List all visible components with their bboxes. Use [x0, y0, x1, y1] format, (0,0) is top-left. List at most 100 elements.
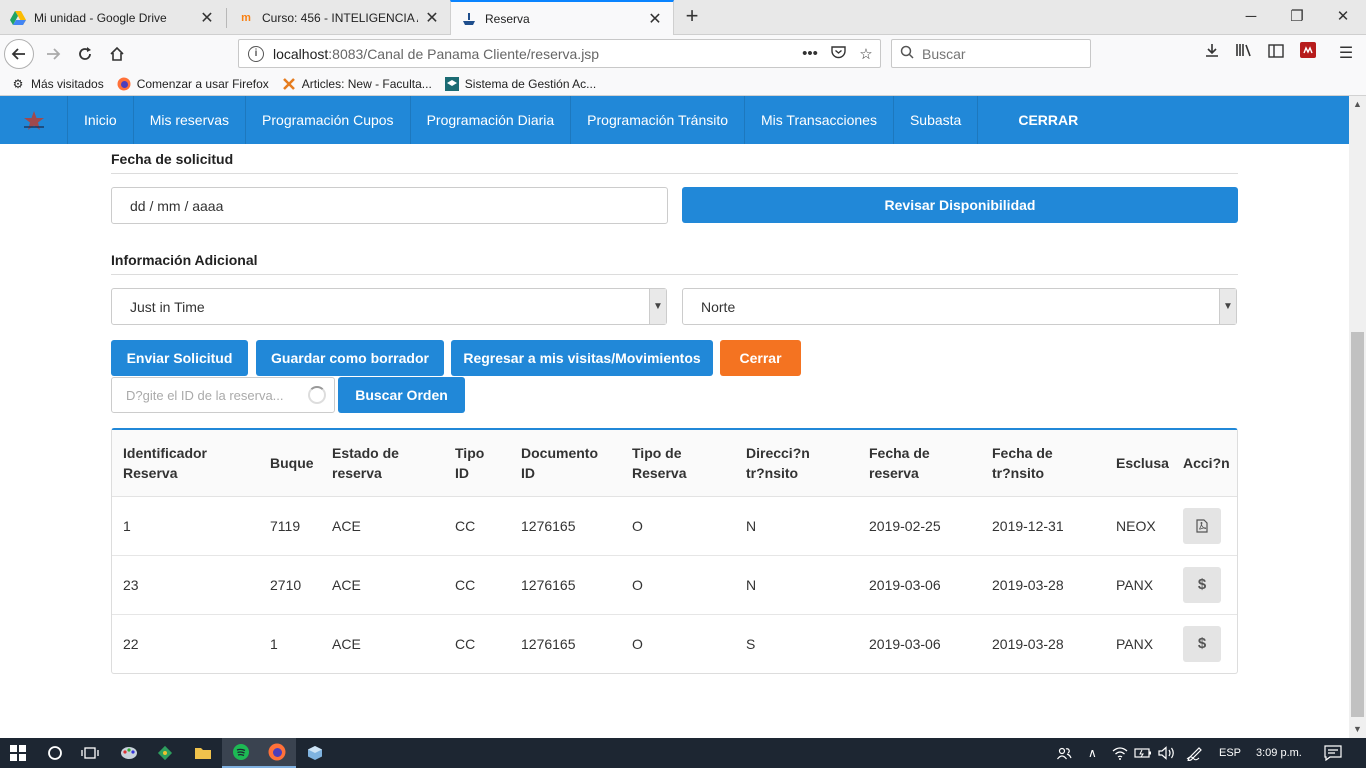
col-header-accion: Acci?n: [1172, 430, 1237, 497]
app-logo[interactable]: [0, 96, 68, 144]
bookmark-firefox[interactable]: Comenzar a usar Firefox: [116, 76, 269, 92]
gear-icon: ⚙: [12, 76, 24, 91]
url-bar[interactable]: i localhost:8083/Canal de Panama Cliente…: [238, 39, 881, 68]
nav-cerrar[interactable]: CERRAR: [978, 96, 1118, 144]
search-order-button[interactable]: Buscar Orden: [338, 377, 465, 413]
scroll-down-icon[interactable]: ▼: [1349, 721, 1366, 738]
bookmark-articles[interactable]: Articles: New - Faculta...: [281, 76, 432, 92]
spotify-icon[interactable]: [222, 738, 260, 768]
browser-tab-bar: Mi unidad - Google Drive ✕ m Curso: 456 …: [0, 0, 1366, 36]
view-pdf-button[interactable]: [1183, 507, 1221, 544]
check-availability-button[interactable]: Revisar Disponibilidad: [682, 187, 1238, 223]
search-icon: [892, 45, 922, 63]
close-button[interactable]: Cerrar: [720, 340, 801, 376]
cortana-icon[interactable]: [36, 738, 74, 768]
search-bar[interactable]: [891, 39, 1091, 68]
col-header-buque: Buque: [259, 430, 321, 497]
clock[interactable]: 3:09 p.m.: [1256, 738, 1302, 768]
tab-google-drive[interactable]: Mi unidad - Google Drive ✕: [0, 0, 225, 35]
bookmark-mas-visitados[interactable]: ⚙ Más visitados: [10, 76, 104, 92]
close-tab-icon[interactable]: ✕: [199, 8, 215, 28]
loading-spinner-icon: [308, 386, 326, 404]
table-row: 22 1 ACE CC 1276165 O S 2019-03-06 2019-…: [112, 614, 1237, 673]
nav-programacion-cupos[interactable]: Programación Cupos: [246, 96, 411, 144]
battery-icon[interactable]: [1134, 738, 1152, 768]
table-row: 23 2710 ACE CC 1276165 O N 2019-03-06 20…: [112, 555, 1237, 615]
reservations-table: Identificador Reserva Buque Estado de rese…: [111, 428, 1238, 674]
bookmarks-bar: ⚙ Más visitados Comenzar a usar Firefox …: [0, 72, 1366, 96]
chevron-down-icon: ▼: [649, 289, 666, 324]
tab-reserva[interactable]: Reserva ✕: [450, 0, 674, 36]
nav-mis-reservas[interactable]: Mis reservas: [134, 96, 247, 144]
tab-curso[interactable]: m Curso: 456 - INTELIGENCIA ART ✕: [228, 0, 450, 35]
col-header-fecha-reserva: Fecha de reserva: [858, 430, 981, 497]
close-tab-icon[interactable]: ✕: [424, 8, 440, 28]
menu-icon[interactable]: ☰: [1332, 41, 1360, 67]
window-close-icon[interactable]: ✕: [1320, 0, 1366, 33]
col-header-documento: Documento ID: [510, 430, 621, 497]
back-to-visits-button[interactable]: Regresar a mis visitas/Movimientos: [451, 340, 713, 376]
library-icon[interactable]: [1230, 41, 1258, 67]
pay-button[interactable]: $: [1183, 625, 1221, 662]
nav-subasta[interactable]: Subasta: [894, 96, 979, 144]
back-button[interactable]: [4, 39, 34, 69]
git-app-icon[interactable]: [146, 738, 184, 768]
graduation-cap-icon: [444, 76, 460, 92]
people-icon[interactable]: [1056, 738, 1072, 768]
moodle-icon: m: [241, 11, 251, 24]
pocket-icon[interactable]: [824, 45, 852, 63]
sidebar-icon[interactable]: [1262, 41, 1290, 67]
extra-info-section-title: Información Adicional: [111, 252, 1238, 275]
file-explorer-icon[interactable]: [184, 738, 222, 768]
notifications-icon[interactable]: [1324, 738, 1342, 768]
search-input[interactable]: [922, 45, 1082, 62]
pdf-icon: [1196, 518, 1208, 533]
col-header-estado: Estado de reserva: [321, 430, 444, 497]
date-input[interactable]: dd / mm / aaaa: [111, 187, 668, 224]
download-icon[interactable]: [1198, 41, 1226, 67]
canal-logo-icon: [23, 111, 44, 130]
more-actions-icon[interactable]: •••: [796, 45, 824, 62]
reload-button[interactable]: [70, 39, 100, 69]
table-row: 1 7119 ACE CC 1276165 O N 2019-02-25 201…: [112, 496, 1237, 556]
close-tab-icon[interactable]: ✕: [647, 9, 663, 29]
windows-start-icon[interactable]: [0, 738, 36, 768]
send-request-button[interactable]: Enviar Solicitud: [111, 340, 248, 376]
new-tab-button[interactable]: +: [680, 5, 704, 29]
paint-app-icon[interactable]: [110, 738, 148, 768]
reservation-type-select[interactable]: Just in Time ▼: [111, 288, 667, 325]
bookmark-star-icon[interactable]: ☆: [852, 45, 880, 63]
info-icon[interactable]: i: [248, 45, 264, 62]
reservation-id-input[interactable]: D?gite el ID de la reserva...: [111, 377, 335, 413]
home-button[interactable]: [102, 39, 132, 69]
scrollbar-thumb[interactable]: [1351, 332, 1364, 717]
minimize-icon[interactable]: ─: [1228, 0, 1274, 33]
page-scrollbar[interactable]: ▲ ▼: [1349, 96, 1366, 738]
firefox-taskbar-icon[interactable]: [258, 738, 296, 768]
nav-mis-transacciones[interactable]: Mis Transacciones: [745, 96, 894, 144]
pen-icon[interactable]: [1186, 738, 1204, 768]
save-draft-button[interactable]: Guardar como borrador: [256, 340, 444, 376]
nav-programacion-diaria[interactable]: Programación Diaria: [411, 96, 572, 144]
forward-button[interactable]: [38, 39, 68, 69]
extension-icon[interactable]: [1294, 41, 1322, 67]
col-header-esclusa: Esclusa: [1105, 430, 1172, 497]
task-view-icon[interactable]: [71, 738, 109, 768]
pay-button[interactable]: $: [1183, 566, 1221, 603]
virtualbox-icon[interactable]: [296, 738, 334, 768]
nav-inicio[interactable]: Inicio: [68, 96, 134, 144]
direction-select[interactable]: Norte ▼: [682, 288, 1237, 325]
scroll-up-icon[interactable]: ▲: [1349, 96, 1366, 113]
windows-taskbar: ∧ ESP 3:09 p.m.: [0, 738, 1366, 768]
volume-icon[interactable]: [1158, 738, 1176, 768]
col-header-fecha-transito: Fecha de tr?nsito: [981, 430, 1105, 497]
bookmark-sistema-gestion[interactable]: Sistema de Gestión Ac...: [444, 76, 596, 92]
language-indicator[interactable]: ESP: [1219, 738, 1241, 768]
col-header-direccion: Direcci?n tr?nsito: [735, 430, 858, 497]
col-header-identificador: Identificador Reserva: [112, 430, 259, 497]
chevron-up-icon[interactable]: ∧: [1088, 738, 1097, 768]
restore-icon[interactable]: ❐: [1274, 0, 1320, 33]
nav-programacion-transito[interactable]: Programación Tránsito: [571, 96, 746, 144]
wifi-icon[interactable]: [1112, 738, 1128, 768]
col-header-tipo-reserva: Tipo de Reserva: [621, 430, 735, 497]
